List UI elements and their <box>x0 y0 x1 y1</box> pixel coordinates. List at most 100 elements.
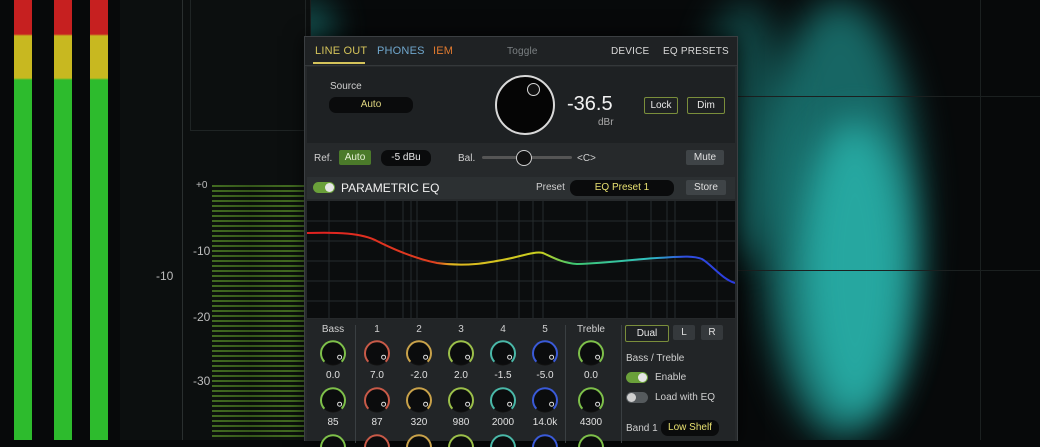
tab-device[interactable]: DEVICE <box>611 46 649 57</box>
band-gain-value: -2.0 <box>410 370 428 381</box>
scale-label: +0 <box>196 180 208 191</box>
dim-button[interactable]: Dim <box>687 97 725 114</box>
eq-enable-toggle[interactable] <box>313 182 335 193</box>
ref-auto-button[interactable]: Auto <box>339 150 371 165</box>
band-q-knob[interactable] <box>405 433 433 447</box>
source-dropdown[interactable]: Auto <box>329 97 413 113</box>
band-freq-knob[interactable] <box>447 386 475 414</box>
band-gain-knob[interactable] <box>489 339 517 367</box>
band-gain-value: 0.0 <box>584 370 598 381</box>
active-tab-indicator <box>313 62 365 64</box>
band-freq-value: 980 <box>452 417 470 428</box>
band-gain-knob[interactable] <box>405 339 433 367</box>
band-freq-knob[interactable] <box>531 386 559 414</box>
scale-label: -10 <box>156 269 174 283</box>
level-meter-left <box>14 0 32 440</box>
monitor-section: Source Auto -36.5 dBr Lock Dim <box>307 67 735 143</box>
band-separator <box>621 325 622 443</box>
volume-value: -36.5 <box>567 93 613 115</box>
band-q-knob[interactable] <box>363 433 391 447</box>
bass-treble-enable-toggle[interactable] <box>626 372 648 383</box>
band-gain-knob[interactable] <box>577 339 605 367</box>
ref-label: Ref. <box>314 153 333 164</box>
eq-header: PARAMETRIC EQ Preset EQ Preset 1 Store <box>307 177 735 199</box>
eq-title: PARAMETRIC EQ <box>341 181 440 195</box>
band-freq-value: 87 <box>371 417 383 428</box>
bass-treble-label: Bass / Treble <box>626 353 685 364</box>
balance-slider-thumb[interactable] <box>516 150 532 166</box>
tab-eq-presets[interactable]: EQ PRESETS <box>663 46 729 57</box>
left-channel-button[interactable]: L <box>673 325 695 340</box>
band-q-knob[interactable] <box>531 433 559 447</box>
band-gain-value: 2.0 <box>454 370 468 381</box>
band-gain-value: 0.0 <box>326 370 340 381</box>
bg-grid-line <box>735 96 1040 97</box>
plugin-window: LINE OUT PHONES IEM Toggle DEVICE EQ PRE… <box>304 36 738 447</box>
band-q-knob[interactable] <box>489 433 517 447</box>
band-name: 3 <box>458 324 464 335</box>
bg-grid-line <box>735 270 1040 271</box>
band-gain-knob[interactable] <box>531 339 559 367</box>
band-freq-value: 4300 <box>579 417 603 428</box>
right-channel-button[interactable]: R <box>701 325 723 340</box>
balance-label: Bal. <box>458 153 476 164</box>
band-name: 2 <box>416 324 422 335</box>
band-name: Treble <box>577 324 605 335</box>
band-freq-knob[interactable] <box>363 386 391 414</box>
band-freq-value: 2000 <box>491 417 515 428</box>
band-freq-knob[interactable] <box>577 386 605 414</box>
band-name: Bass <box>321 324 345 335</box>
spectrum-shade <box>212 185 308 440</box>
volume-unit: dBr <box>598 117 614 128</box>
enable-label: Enable <box>655 372 687 383</box>
tab-iem[interactable]: IEM <box>433 45 453 57</box>
eq-grid <box>307 201 735 318</box>
band1-type-dropdown[interactable]: Low Shelf <box>661 420 719 436</box>
balance-value: <C> <box>577 153 596 164</box>
band-gain-value: -5.0 <box>536 370 554 381</box>
lock-button[interactable]: Lock <box>644 97 678 114</box>
ref-level-dropdown[interactable]: -5 dBu <box>381 150 431 166</box>
band-freq-value: 320 <box>410 417 428 428</box>
band-freq-value: 14.0k <box>532 417 558 428</box>
band-gain-value: -1.5 <box>494 370 512 381</box>
bg-grid-line <box>980 0 981 440</box>
preset-dropdown[interactable]: EQ Preset 1 <box>570 180 674 196</box>
band-gain-knob[interactable] <box>363 339 391 367</box>
band-gain-value: 7.0 <box>370 370 384 381</box>
eq-band-5: 5 -5.0 14.0k <box>523 319 567 447</box>
band-gain-knob[interactable] <box>447 339 475 367</box>
band-name: 5 <box>542 324 548 335</box>
scale-label: -10 <box>193 244 211 258</box>
band-gain-knob[interactable] <box>319 339 347 367</box>
tab-line-out[interactable]: LINE OUT <box>315 45 367 57</box>
band-freq-knob[interactable] <box>489 386 517 414</box>
mute-button[interactable]: Mute <box>686 150 724 165</box>
eq-band-2: 2 -2.0 320 <box>397 319 441 447</box>
volume-knob-indicator <box>527 83 540 96</box>
eq-curve <box>307 231 735 284</box>
eq-band-0: Bass 0.0 85 <box>311 319 355 447</box>
band-freq-knob[interactable] <box>405 386 433 414</box>
eq-band-3: 3 2.0 980 <box>439 319 483 447</box>
band-q-knob[interactable] <box>577 433 605 447</box>
output-tabs: LINE OUT PHONES IEM Toggle DEVICE EQ PRE… <box>305 37 737 66</box>
band-q-knob[interactable] <box>319 433 347 447</box>
eq-band-1: 1 7.0 87 <box>355 319 399 447</box>
band-freq-knob[interactable] <box>319 386 347 414</box>
volume-knob[interactable] <box>495 75 555 135</box>
toggle-link[interactable]: Toggle <box>507 46 538 57</box>
band-name: 1 <box>374 324 380 335</box>
eq-curve-graph[interactable] <box>307 201 735 318</box>
scale-divider <box>182 0 183 440</box>
store-button[interactable]: Store <box>686 180 726 195</box>
tab-phones[interactable]: PHONES <box>377 45 425 57</box>
dual-button[interactable]: Dual <box>625 325 669 342</box>
eq-curve-svg <box>307 201 735 318</box>
level-meter-right <box>90 0 108 440</box>
band-q-knob[interactable] <box>447 433 475 447</box>
load-with-eq-toggle[interactable] <box>626 392 648 403</box>
source-label: Source <box>330 81 362 92</box>
band-freq-value: 85 <box>327 417 339 428</box>
eq-band-4: 4 -1.5 2000 <box>481 319 525 447</box>
